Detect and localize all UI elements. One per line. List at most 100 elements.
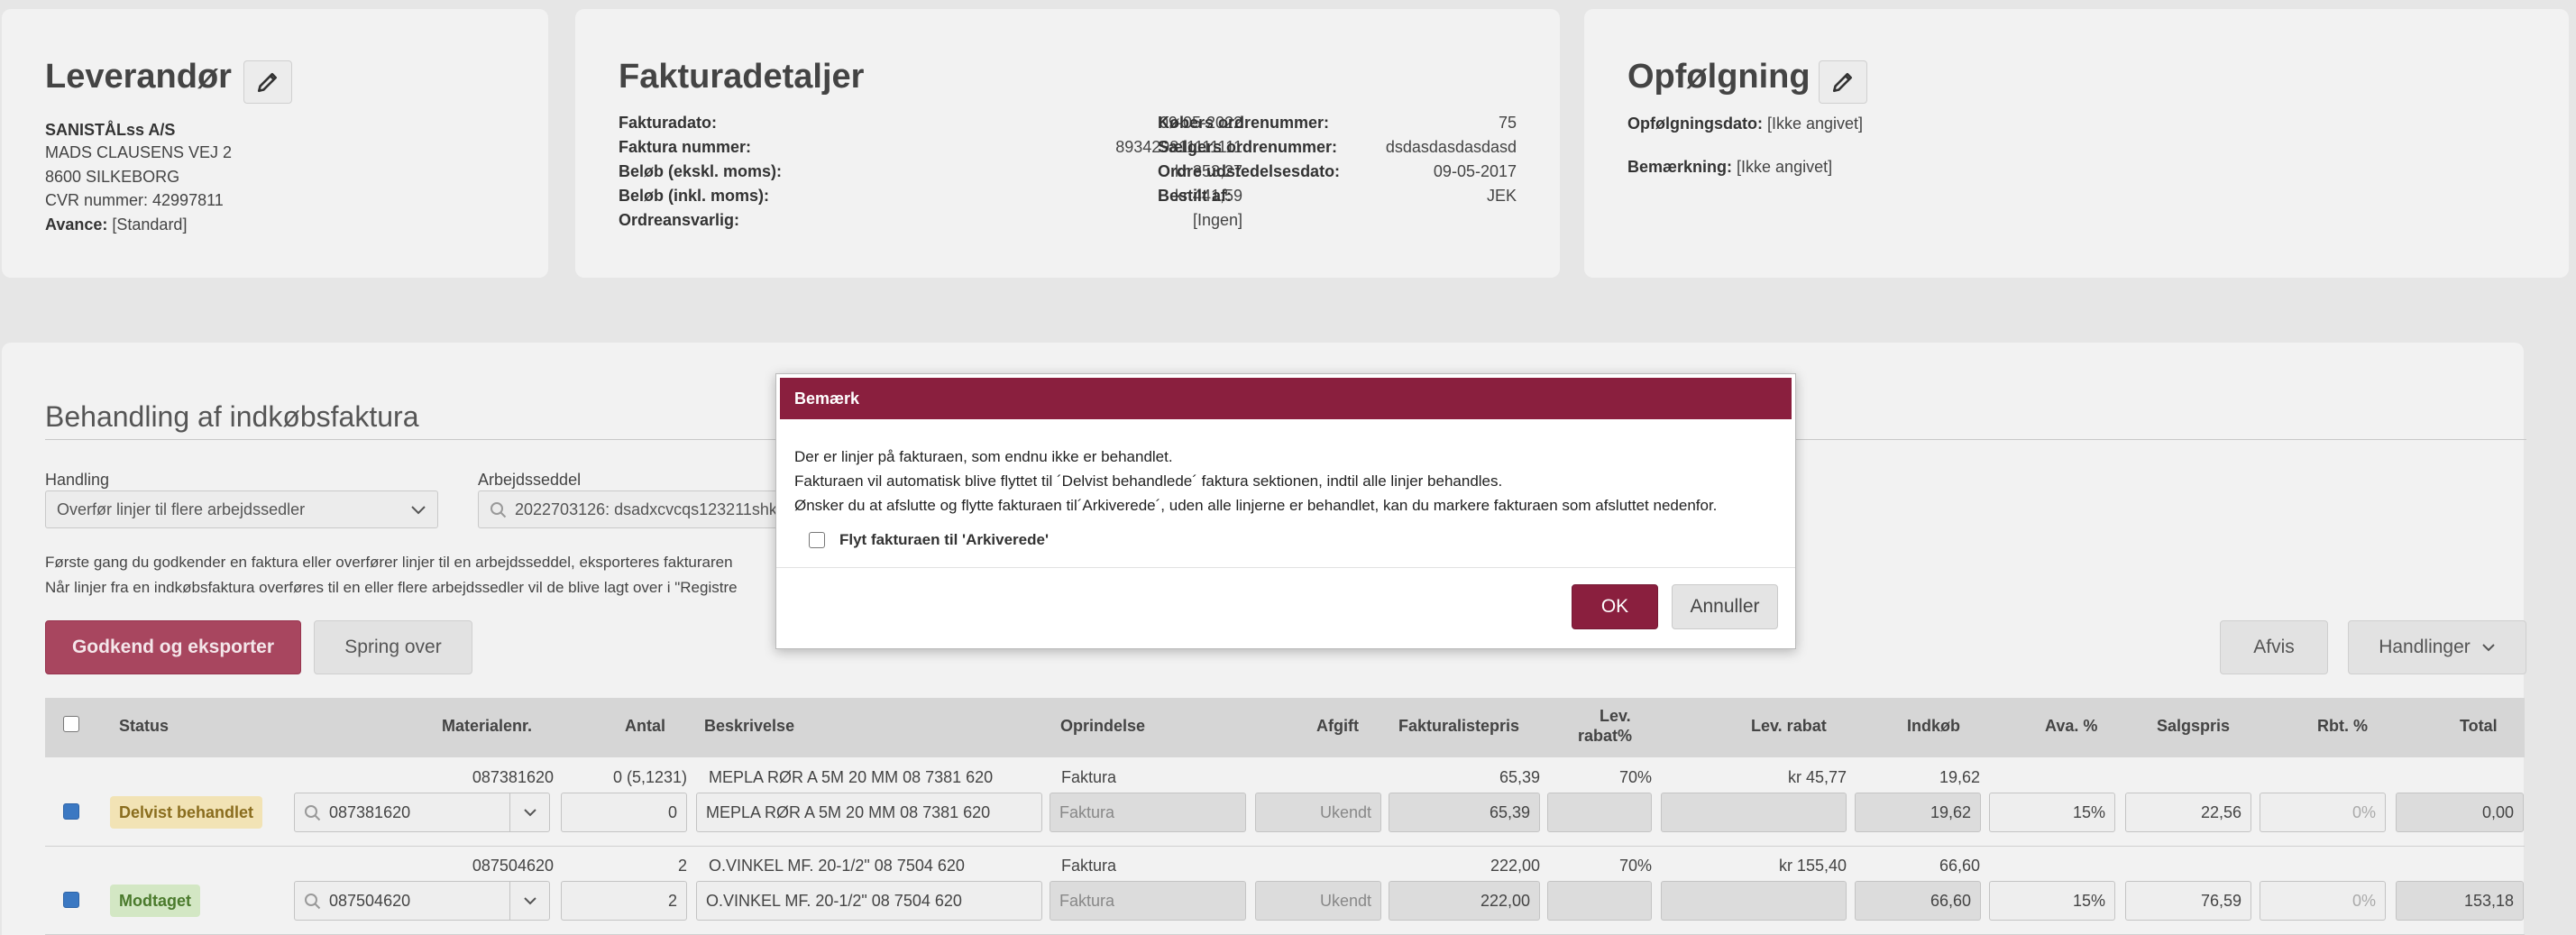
info-line-1: Første gang du godkender en faktura elle… <box>45 554 733 571</box>
chevron-down-icon <box>2482 644 2495 652</box>
worksheet-select-value: 2022703126: dsadxcvcqs123211shk <box>515 500 777 518</box>
material-input[interactable]: 087504620 <box>294 881 550 921</box>
row-checkbox[interactable] <box>63 803 79 820</box>
supplier-name: SANISTÅLss A/S <box>45 121 176 139</box>
th-levrabat[interactable]: Lev. rabat <box>1751 717 1827 736</box>
th-rbt[interactable]: Rbt. % <box>2317 717 2368 736</box>
archive-checkbox-label[interactable]: Flyt fakturaen til 'Arkiverede' <box>839 531 1049 549</box>
levrabat-field <box>1661 793 1847 832</box>
supplier-title: Leverandør <box>45 58 232 96</box>
search-icon <box>305 805 321 821</box>
sale-input[interactable]: 76,59 <box>2125 881 2251 921</box>
th-qty[interactable]: Antal <box>625 717 665 736</box>
fee-field: Ukendt <box>1255 793 1381 832</box>
dialog-line-1: Der er linjer på fakturaen, som endnu ik… <box>794 448 1173 465</box>
ok-button[interactable]: OK <box>1572 584 1658 629</box>
info-line-2: Når linjer fra en indkøbsfaktura overfør… <box>45 579 738 596</box>
th-levrabat-pct-2[interactable]: rabat% <box>1578 727 1632 746</box>
invoice-field-label: Ordreansvarlig: <box>619 211 740 229</box>
qty-input[interactable]: 2 <box>561 881 687 921</box>
th-ava[interactable]: Ava. % <box>2045 717 2097 736</box>
ava-input[interactable]: 15% <box>1989 793 2115 832</box>
supplier-address1: MADS CLAUSENS VEJ 2 <box>45 143 233 161</box>
material-value: 087504620 <box>329 891 411 910</box>
worksheet-select[interactable]: 2022703126: dsadxcvcqs123211shk <box>478 490 784 528</box>
approve-export-button[interactable]: Godkend og eksporter <box>45 620 301 674</box>
supplier-avance: Avance: [Standard] <box>45 215 187 234</box>
fee-field: Ukendt <box>1255 881 1381 921</box>
orig-levrabat-pct: 70% <box>1618 857 1652 875</box>
th-listprice[interactable]: Fakturalistepris <box>1398 717 1519 736</box>
followup-date: Opfølgningsdato: [Ikke angivet] <box>1627 115 1863 133</box>
action-label: Handling <box>45 471 110 489</box>
th-sale[interactable]: Salgspris <box>2157 717 2230 736</box>
cancel-button[interactable]: Annuller <box>1672 584 1778 629</box>
followup-title: Opfølgning <box>1627 58 1811 96</box>
th-status[interactable]: Status <box>119 717 169 736</box>
material-input[interactable]: 087381620 <box>294 793 550 832</box>
table-header <box>45 698 2525 757</box>
invoice-field-value: 75 <box>1498 114 1517 132</box>
th-fee[interactable]: Afgift <box>1316 717 1359 736</box>
th-levrabat-pct-1[interactable]: Lev. <box>1600 707 1631 726</box>
total-field: 0,00 <box>2396 793 2524 832</box>
origin-field: Faktura <box>1050 881 1246 921</box>
invoice-field-label: Beløb (inkl. moms): <box>619 187 770 205</box>
edit-supplier-button[interactable] <box>243 60 292 104</box>
levrabat-pct-field <box>1547 793 1652 832</box>
action-select[interactable]: Overfør linjer til flere arbejdssedler <box>45 490 438 528</box>
th-desc[interactable]: Beskrivelse <box>704 717 794 736</box>
edit-followup-button[interactable] <box>1819 60 1867 104</box>
invoice-field-value: [Ingen] <box>1192 211 1242 229</box>
pencil-icon <box>257 72 278 93</box>
followup-note-value: [Ikke angivet] <box>1737 158 1833 176</box>
status-badge: Delvist behandlet <box>110 796 263 829</box>
listprice-field: 65,39 <box>1389 793 1540 832</box>
skip-button[interactable]: Spring over <box>314 620 472 674</box>
row-checkbox[interactable] <box>63 892 79 908</box>
orig-levrabat-pct: 70% <box>1618 768 1652 786</box>
archive-checkbox[interactable] <box>809 532 825 548</box>
rbt-input[interactable]: 0% <box>2260 793 2386 832</box>
material-dropdown[interactable] <box>509 882 549 920</box>
rbt-input[interactable]: 0% <box>2260 881 2386 921</box>
th-total[interactable]: Total <box>2460 717 2498 736</box>
th-purchase[interactable]: Indkøb <box>1907 717 1960 736</box>
actions-dropdown-button[interactable]: Handlinger <box>2348 620 2526 674</box>
avance-value: [Standard] <box>112 215 188 234</box>
invoice-field-label: Beløb (ekskl. moms): <box>619 162 783 180</box>
dialog-line-3: Ønsker du at afslutte og flytte fakturae… <box>794 497 1718 514</box>
dialog-line-2: Fakturaen vil automatisk blive flyttet t… <box>794 472 1503 490</box>
supplier-cvr: CVR nummer: 42997811 <box>45 191 224 209</box>
supplier-address2: 8600 SILKEBORG <box>45 168 180 186</box>
purchase-field: 19,62 <box>1855 793 1981 832</box>
orig-qty: 2 <box>677 857 687 875</box>
supplier-card: Leverandør SANISTÅLss A/S MADS CLAUSENS … <box>2 9 548 278</box>
invoice-field-value: JEK <box>1486 187 1517 205</box>
qty-input[interactable]: 0 <box>561 793 687 832</box>
processing-title: Behandling af indkøbsfaktura <box>45 400 419 433</box>
orig-purchase: 66,60 <box>1939 857 1980 875</box>
pencil-icon <box>1832 72 1853 93</box>
reject-button[interactable]: Afvis <box>2220 620 2328 674</box>
followup-date-label: Opfølgningsdato: <box>1627 115 1763 133</box>
desc-input[interactable]: MEPLA RØR A 5M 20 MM 08 7381 620 <box>696 793 1042 832</box>
chevron-down-icon <box>523 897 536 905</box>
action-select-value: Overfør linjer til flere arbejdssedler <box>57 500 306 518</box>
th-origin[interactable]: Oprindelse <box>1060 717 1145 736</box>
orig-desc: O.VINKEL MF. 20-1/2" 08 7504 620 <box>709 857 965 875</box>
status-badge: Modtaget <box>110 885 200 917</box>
invoice-details-card: Fakturadetaljer Fakturadato: 09-05-2022 Fa… <box>575 9 1560 278</box>
select-all-checkbox[interactable] <box>63 716 79 732</box>
ava-input[interactable]: 15% <box>1989 881 2115 921</box>
orig-purchase: 19,62 <box>1939 768 1980 786</box>
material-dropdown[interactable] <box>509 793 549 831</box>
sale-input[interactable]: 22,56 <box>2125 793 2251 832</box>
orig-origin: Faktura <box>1061 857 1117 875</box>
orig-origin: Faktura <box>1061 768 1117 786</box>
search-icon <box>490 502 507 518</box>
th-material[interactable]: Materialenr. <box>442 717 532 736</box>
avance-label: Avance: <box>45 215 108 234</box>
desc-input[interactable]: O.VINKEL MF. 20-1/2" 08 7504 620 <box>696 881 1042 921</box>
followup-note: Bemærkning: [Ikke angivet] <box>1627 158 1832 177</box>
